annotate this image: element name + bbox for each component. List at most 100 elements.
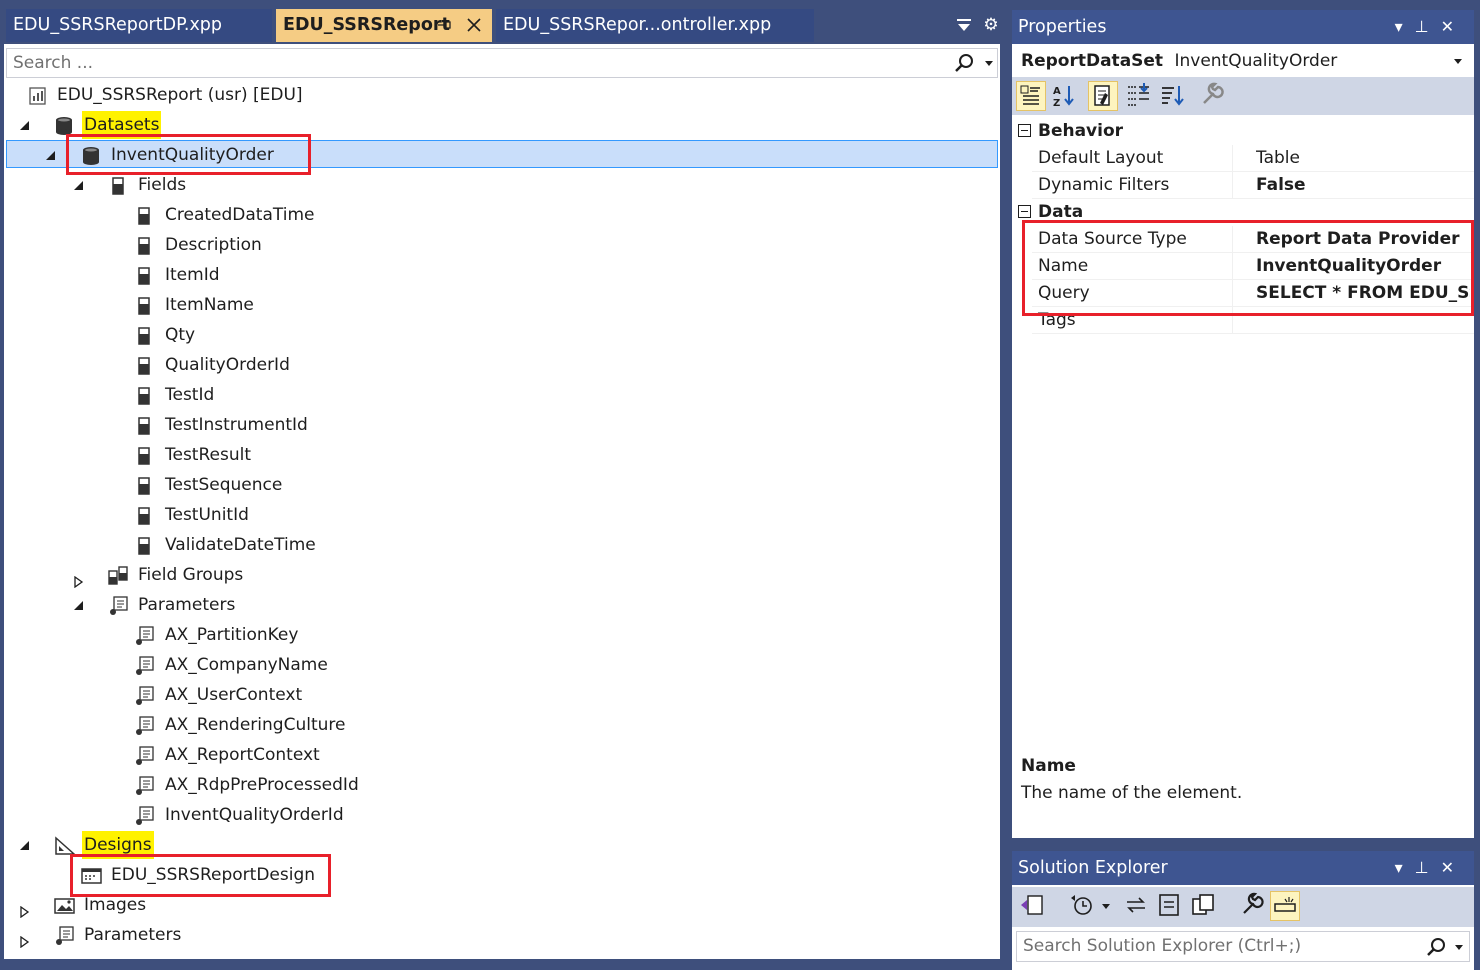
svg-text:A: A	[1053, 86, 1061, 97]
category-behavior[interactable]: Behavior	[1012, 118, 1474, 145]
close-icon[interactable]: ✕	[1441, 17, 1466, 36]
tree-node-field[interactable]: Description	[4, 231, 404, 259]
collapse-box-icon[interactable]	[1018, 124, 1031, 137]
tree-node-parameter[interactable]: InventQualityOrderId	[4, 801, 404, 829]
property-value[interactable]: False	[1256, 172, 1470, 199]
property-value[interactable]: Table	[1256, 145, 1470, 172]
svg-text:Z: Z	[1053, 98, 1060, 109]
search-icon[interactable]	[953, 52, 975, 74]
property-row-query[interactable]: Query SELECT * FROM EDU_SSRSReportTmp	[1032, 280, 1474, 307]
tab-edu-ssrsreportdp[interactable]: EDU_SSRSReportDP.xpp	[6, 9, 272, 42]
images-icon	[54, 896, 75, 916]
close-icon[interactable]	[466, 9, 482, 42]
events-view-button[interactable]	[1124, 81, 1154, 111]
category-label: Data	[1038, 202, 1084, 222]
categorized-button[interactable]	[1016, 81, 1046, 111]
collapse-arrow-icon[interactable]	[74, 181, 83, 190]
tree-node-field[interactable]: ItemId	[4, 261, 404, 289]
tree-node-parameter[interactable]: AX_UserContext	[4, 681, 404, 709]
tree-node-field[interactable]: CreatedDataTime	[4, 201, 404, 229]
dropdown-icon[interactable]: ▾	[1395, 17, 1415, 36]
tree-node-fields[interactable]: Fields	[4, 171, 404, 199]
property-row-default-layout[interactable]: Default Layout Table	[1032, 145, 1474, 172]
tree-node-field-groups[interactable]: Field Groups	[4, 561, 404, 589]
tree-node-field[interactable]: QualityOrderId	[4, 351, 404, 379]
collapse-arrow-icon[interactable]	[20, 121, 29, 130]
properties-view-button[interactable]	[1088, 81, 1118, 111]
search-icon[interactable]	[1425, 936, 1447, 958]
wrench-icon[interactable]	[1238, 891, 1268, 921]
switch-views-button[interactable]	[1018, 891, 1048, 921]
chevron-down-icon[interactable]	[1454, 59, 1462, 64]
tab-edu-ssrsreport-controller[interactable]: EDU_SSRSRepor...ontroller.xpp	[496, 9, 814, 42]
tree-node-field[interactable]: ItemName	[4, 291, 404, 319]
tree-node-field[interactable]: Qty	[4, 321, 404, 349]
parameters-icon	[54, 926, 74, 946]
tree-node-report-root[interactable]: EDU_SSRSReport (usr) [EDU]	[4, 81, 404, 109]
tree-node-field[interactable]: TestInstrumentId	[4, 411, 404, 439]
tree-node-parameter[interactable]: AX_CompanyName	[4, 651, 404, 679]
property-value[interactable]: InventQualityOrder	[1256, 253, 1470, 280]
pin-icon[interactable]: ⊥	[1415, 858, 1441, 877]
expand-arrow-icon[interactable]	[20, 929, 30, 949]
show-all-files-button[interactable]	[1190, 891, 1220, 921]
tab-dropdown-icon[interactable]	[954, 14, 974, 36]
properties-toolbar: AZ	[1012, 77, 1474, 115]
search-options-dropdown[interactable]	[1455, 945, 1463, 950]
tree-node-field[interactable]: TestUnitId	[4, 501, 404, 529]
pending-changes-button[interactable]	[1068, 891, 1098, 921]
tree-node-parameters[interactable]: Parameters	[4, 591, 404, 619]
property-row-data-source-type[interactable]: Data Source Type Report Data Provider	[1032, 226, 1474, 253]
tree-node-label: AX_RdpPreProcessedId	[165, 775, 359, 795]
tree-node-design-edu-ssrsreportdesign[interactable]: EDU_SSRSReportDesign	[4, 861, 404, 889]
collapse-all-button[interactable]	[1156, 891, 1186, 921]
close-icon[interactable]: ✕	[1441, 858, 1466, 877]
solution-explorer-search-input[interactable]: Search Solution Explorer (Ctrl+;)	[1016, 931, 1470, 962]
properties-title-bar: Properties ▾⊥✕	[1012, 10, 1474, 44]
tree-node-parameter[interactable]: AX_ReportContext	[4, 741, 404, 769]
pin-icon[interactable]: ⊥	[1415, 17, 1441, 36]
tree-node-field[interactable]: TestId	[4, 381, 404, 409]
property-row-name[interactable]: Name InventQualityOrder	[1032, 253, 1474, 280]
tree-node-field[interactable]: ValidateDateTime	[4, 531, 404, 559]
collapse-arrow-icon[interactable]	[20, 841, 29, 850]
chevron-down-icon[interactable]	[1098, 891, 1114, 921]
category-data[interactable]: Data	[1012, 199, 1474, 226]
tree-node-parameter[interactable]: AX_RdpPreProcessedId	[4, 771, 404, 799]
tree-node-designs[interactable]: Designs	[4, 831, 404, 859]
gear-icon[interactable]: ⚙	[980, 14, 1002, 36]
property-row-tags[interactable]: Tags	[1032, 307, 1474, 334]
sort-down-button[interactable]	[1158, 81, 1188, 111]
object-selector[interactable]: ReportDataSet InventQualityOrder	[1012, 45, 1474, 77]
tree-node-field[interactable]: TestResult	[4, 441, 404, 469]
property-row-dynamic-filters[interactable]: Dynamic Filters False	[1032, 172, 1474, 199]
collapse-arrow-icon[interactable]	[46, 151, 55, 160]
tree-node-datasets[interactable]: Datasets	[4, 111, 404, 139]
collapse-arrow-icon[interactable]	[74, 601, 83, 610]
expand-arrow-icon[interactable]	[20, 899, 30, 919]
tab-edu-ssrsreport[interactable]: EDU_SSRSReport	[276, 9, 492, 42]
dropdown-icon[interactable]: ▾	[1395, 858, 1415, 877]
tree-node-field[interactable]: TestSequence	[4, 471, 404, 499]
tree-node-dataset-inventqualityorder[interactable]: InventQualityOrder	[4, 141, 404, 169]
tree-node-label: AX_CompanyName	[165, 655, 328, 675]
tree-node-parameter[interactable]: AX_PartitionKey	[4, 621, 404, 649]
sync-button[interactable]	[1122, 891, 1152, 921]
tree-node-parameter[interactable]: AX_RenderingCulture	[4, 711, 404, 739]
alphabetical-sort-button[interactable]: AZ	[1050, 81, 1080, 111]
tree-node-label: AX_RenderingCulture	[165, 715, 346, 735]
field-icon	[134, 296, 154, 316]
property-value[interactable]: Report Data Provider	[1256, 226, 1470, 253]
collapse-box-icon[interactable]	[1018, 205, 1031, 218]
field-icon	[134, 206, 154, 226]
preview-selected-items-button[interactable]	[1270, 891, 1300, 921]
pin-icon[interactable]	[438, 9, 452, 42]
tree-node-report-parameters[interactable]: Parameters	[4, 921, 404, 949]
tree-node-images[interactable]: Images	[4, 891, 404, 919]
property-value[interactable]: SELECT * FROM EDU_SSRSReportTmp	[1256, 280, 1470, 307]
tree-search-input[interactable]: Search ...	[6, 48, 998, 78]
tree-node-label: AX_UserContext	[165, 685, 303, 705]
expand-arrow-icon[interactable]	[74, 569, 84, 589]
search-options-dropdown[interactable]	[985, 61, 993, 66]
wrench-icon[interactable]	[1198, 81, 1228, 111]
